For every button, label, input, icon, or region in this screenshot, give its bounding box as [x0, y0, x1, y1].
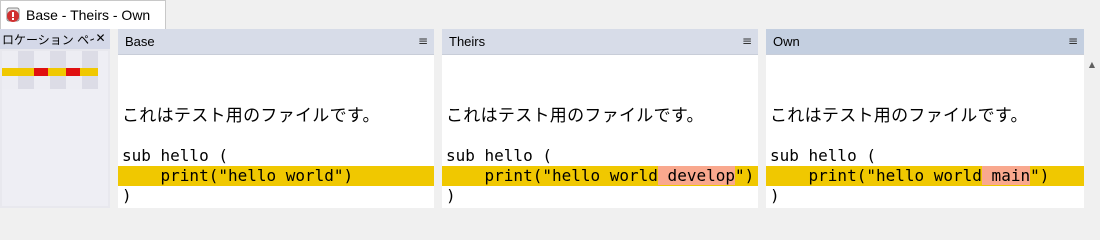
- base-pane-header: Base ≡: [118, 29, 434, 55]
- code-line: これはテスト用のファイルです。: [122, 106, 380, 126]
- theirs-pane-title: Theirs: [449, 34, 486, 49]
- code-line: ): [770, 186, 780, 205]
- scroll-up-arrow-icon[interactable]: ▲: [1084, 57, 1100, 73]
- base-pane: Base ≡ これはテスト用のファイルです。 sub hello ( print…: [118, 29, 434, 208]
- app-compare-icon: [6, 7, 22, 23]
- code-line: これはテスト用のファイルです。: [446, 106, 704, 126]
- theirs-pane-header: Theirs ≡: [442, 29, 758, 55]
- code-text: print("hello world: [122, 166, 334, 185]
- diff-highlight: develop: [657, 166, 735, 185]
- code-line-changed: print("hello world"): [118, 166, 434, 186]
- code-text: print("hello world: [770, 166, 982, 185]
- location-diff-marker: [66, 68, 80, 76]
- pane-splitter[interactable]: [434, 29, 442, 208]
- code-line: これはテスト用のファイルです。: [770, 106, 1028, 126]
- menu-icon[interactable]: ≡: [416, 33, 430, 49]
- vertical-scrollbar[interactable]: ▲: [1084, 57, 1100, 208]
- base-pane-editor[interactable]: これはテスト用のファイルです。 sub hello ( print("hello…: [118, 57, 434, 208]
- code-line-changed: print("hello world main"): [766, 166, 1084, 186]
- diff-highlight: main: [981, 166, 1031, 185]
- own-pane-title: Own: [773, 34, 800, 49]
- own-pane-editor[interactable]: これはテスト用のファイルです。 sub hello ( print("hello…: [766, 57, 1084, 208]
- menu-icon[interactable]: ≡: [740, 33, 754, 49]
- base-pane-title: Base: [125, 34, 155, 49]
- code-text: "): [333, 166, 354, 185]
- code-text: "): [1030, 166, 1050, 185]
- own-pane-header: Own ≡: [766, 29, 1084, 55]
- code-line-changed: print("hello world develop"): [442, 166, 758, 186]
- code-line: sub hello (: [770, 146, 876, 165]
- location-pane-title: ロケーション ペイン: [2, 32, 94, 47]
- menu-icon[interactable]: ≡: [1066, 33, 1080, 49]
- location-map-strip: [2, 51, 98, 89]
- code-line: ): [122, 186, 132, 205]
- code-text: "): [734, 166, 755, 185]
- close-icon[interactable]: ✕: [94, 31, 107, 46]
- own-pane: Own ≡ これはテスト用のファイルです。 sub hello ( print(…: [766, 29, 1084, 208]
- code-line: sub hello (: [122, 146, 228, 165]
- code-line: sub hello (: [446, 146, 552, 165]
- document-tab-title: Base - Theirs - Own: [26, 7, 151, 23]
- location-changed-marker: [2, 68, 98, 76]
- location-pane: ロケーション ペイン ✕: [0, 29, 110, 208]
- location-pane-header: ロケーション ペイン ✕: [0, 29, 110, 49]
- code-line: ): [446, 186, 456, 205]
- document-tab[interactable]: Base - Theirs - Own: [0, 0, 166, 29]
- theirs-pane: Theirs ≡ これはテスト用のファイルです。 sub hello ( pri…: [442, 29, 758, 208]
- location-map[interactable]: [2, 51, 108, 206]
- code-text: print("hello world: [446, 166, 658, 185]
- document-tab-strip: Base - Theirs - Own: [0, 0, 1100, 29]
- pane-splitter[interactable]: [758, 29, 766, 208]
- location-diff-marker: [34, 68, 48, 76]
- pane-splitter[interactable]: [110, 29, 118, 208]
- theirs-pane-editor[interactable]: これはテスト用のファイルです。 sub hello ( print("hello…: [442, 57, 758, 208]
